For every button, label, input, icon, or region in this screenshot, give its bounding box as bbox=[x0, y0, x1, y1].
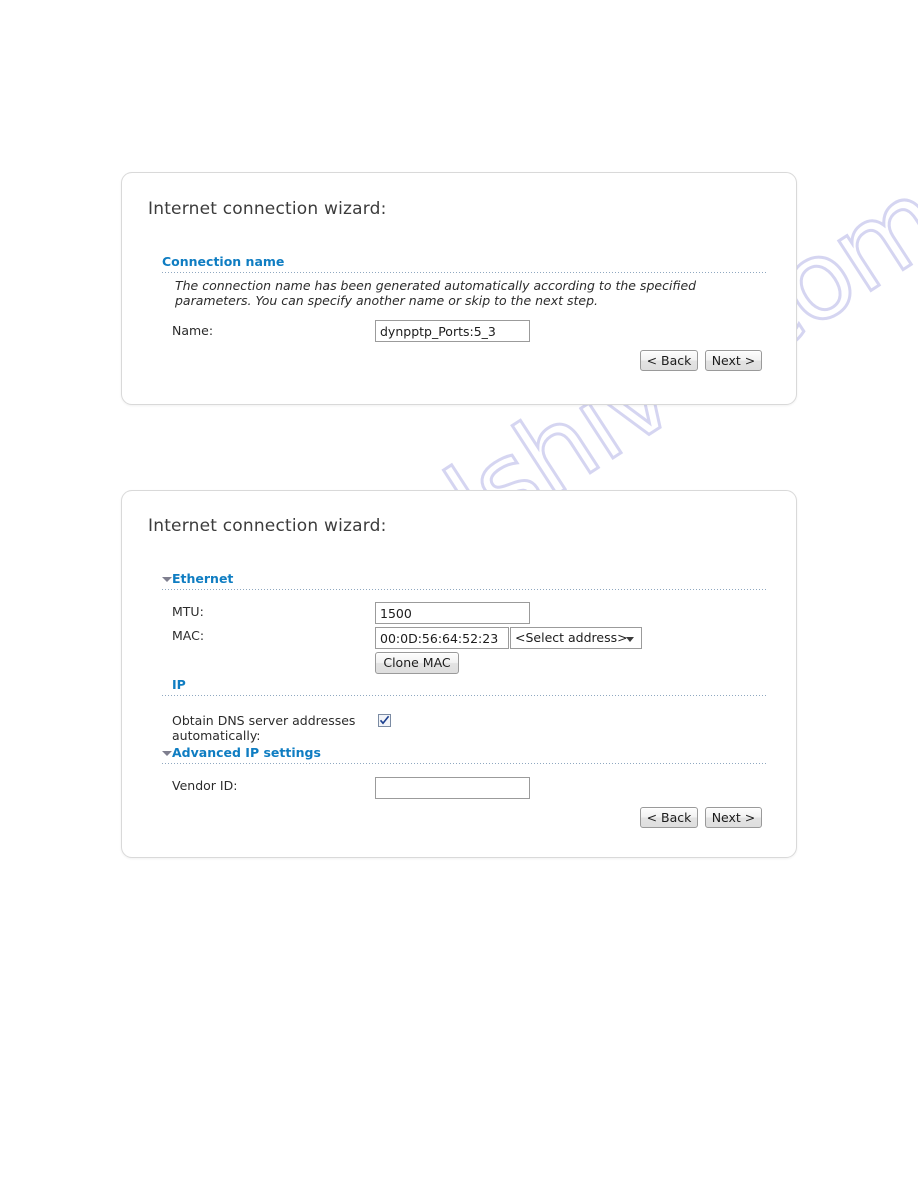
next-button[interactable]: Next > bbox=[705, 807, 762, 828]
next-button[interactable]: Next > bbox=[705, 350, 762, 371]
section-advanced-ip-settings: Advanced IP settings bbox=[162, 745, 766, 765]
obtain-dns-checkbox[interactable] bbox=[378, 714, 391, 727]
vendor-id-input[interactable] bbox=[375, 777, 530, 799]
connection-name-description: The connection name has been generated a… bbox=[175, 278, 697, 308]
section-heading-label: Connection name bbox=[162, 254, 285, 269]
select-address-dropdown[interactable]: <Select address> bbox=[510, 627, 642, 649]
obtain-dns-label-line1: Obtain DNS server addresses bbox=[172, 713, 356, 728]
section-divider bbox=[162, 589, 766, 590]
section-heading-label: Advanced IP settings bbox=[172, 745, 321, 760]
section-heading-label: IP bbox=[172, 677, 186, 692]
page-title: Internet connection wizard: bbox=[148, 516, 387, 536]
page-title: Internet connection wizard: bbox=[148, 199, 387, 219]
clone-mac-button[interactable]: Clone MAC bbox=[375, 652, 459, 674]
name-field-label: Name: bbox=[172, 323, 214, 338]
vendor-id-label: Vendor ID: bbox=[172, 778, 238, 793]
chevron-down-icon bbox=[626, 637, 634, 642]
name-input[interactable] bbox=[375, 320, 530, 342]
select-address-value: <Select address> bbox=[515, 630, 628, 645]
obtain-dns-label-line2: automatically: bbox=[172, 728, 261, 743]
section-divider bbox=[162, 272, 766, 273]
section-ip: IP bbox=[162, 677, 766, 697]
section-connection-name: Connection name bbox=[162, 254, 766, 274]
chevron-down-icon[interactable] bbox=[162, 751, 172, 756]
chevron-down-icon[interactable] bbox=[162, 577, 172, 582]
checkmark-icon bbox=[379, 715, 390, 725]
section-ethernet: Ethernet bbox=[162, 571, 766, 591]
section-divider bbox=[162, 763, 766, 764]
back-button[interactable]: < Back bbox=[640, 350, 698, 371]
section-heading-label: Ethernet bbox=[172, 571, 234, 586]
connection-name-panel: Internet connection wizard: Connection n… bbox=[121, 172, 797, 405]
section-divider bbox=[162, 695, 766, 696]
mac-input[interactable] bbox=[375, 627, 509, 649]
ethernet-ip-panel: Internet connection wizard: Ethernet MTU… bbox=[121, 490, 797, 858]
back-button[interactable]: < Back bbox=[640, 807, 698, 828]
mac-label: MAC: bbox=[172, 628, 205, 643]
mtu-input[interactable] bbox=[375, 602, 530, 624]
mtu-label: MTU: bbox=[172, 604, 204, 619]
